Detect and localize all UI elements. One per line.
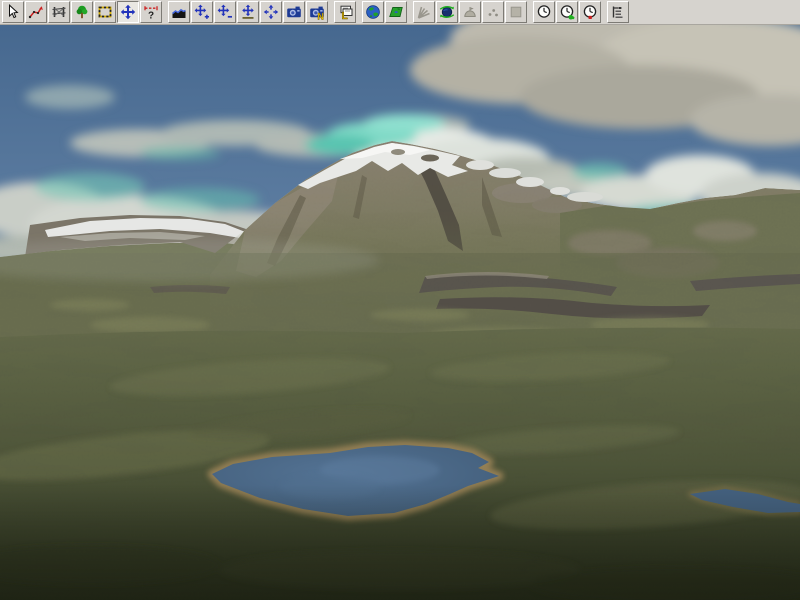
free-navigation-button[interactable] — [260, 1, 282, 23]
clock-icon — [536, 4, 552, 20]
measure-question-icon: ? — [143, 4, 159, 20]
profile-chart-icon — [171, 4, 187, 20]
globe-icon — [365, 4, 381, 20]
select-tool-button[interactable] — [2, 1, 24, 23]
toolbar-group-views — [361, 1, 407, 23]
elevation-profile-button[interactable] — [168, 1, 190, 23]
orbit-globe-icon — [439, 4, 455, 20]
svg-text:?: ? — [148, 11, 154, 21]
toolbar-group-edit-tools: ? — [1, 1, 162, 23]
svg-text:L: L — [342, 11, 348, 20]
fence-icon — [51, 4, 67, 20]
terrain-viewport[interactable] — [0, 25, 800, 600]
time-run-button[interactable] — [556, 1, 578, 23]
globe-view-button[interactable] — [362, 1, 384, 23]
dome-icon — [462, 4, 478, 20]
navigate-tool-button[interactable] — [117, 1, 139, 23]
dashed-box-icon — [97, 4, 113, 20]
time-stop-button[interactable] — [579, 1, 601, 23]
navigate-faster-button[interactable] — [191, 1, 213, 23]
dots-icon — [485, 4, 501, 20]
move-arrows-icon — [120, 4, 136, 20]
camera-n-icon: N — [309, 4, 325, 20]
plant-tree-tool-button[interactable] — [71, 1, 93, 23]
spread-arrows-icon — [263, 4, 279, 20]
toolbar-group-navigation: N — [167, 1, 328, 23]
solid-area-button — [505, 1, 527, 23]
terrain-3d-scene — [0, 25, 800, 600]
camera-icon — [286, 4, 302, 20]
navigate-slower-button[interactable] — [214, 1, 236, 23]
snapshot-button[interactable] — [283, 1, 305, 23]
move-arrows-plus-icon — [194, 4, 210, 20]
toolbar-group-time — [532, 1, 601, 23]
svg-text:N: N — [317, 11, 324, 20]
red-route-icon — [28, 4, 44, 20]
clock-play-icon — [559, 4, 575, 20]
spin-globe-button[interactable] — [436, 1, 458, 23]
move-arrows-ground-icon — [240, 4, 256, 20]
light-rays-icon — [416, 4, 432, 20]
scatter-features-button — [482, 1, 504, 23]
scene-outline-icon — [610, 4, 626, 20]
time-of-day-button[interactable] — [533, 1, 555, 23]
scene-outline-button[interactable] — [607, 1, 629, 23]
maintain-height-button[interactable] — [237, 1, 259, 23]
toolbar-group-layers: L — [333, 1, 356, 23]
bottom-shading — [0, 485, 800, 600]
move-arrows-minus-icon — [217, 4, 233, 20]
square-icon — [508, 4, 524, 20]
tree-icon — [74, 4, 90, 20]
area-select-tool-button[interactable] — [94, 1, 116, 23]
sun-lighting-button — [413, 1, 435, 23]
sky-dome-button — [459, 1, 481, 23]
route-tool-button[interactable] — [25, 1, 47, 23]
snapshot-numbered-button[interactable]: N — [306, 1, 328, 23]
toolbar: ? — [0, 0, 800, 25]
pointer-icon — [5, 4, 21, 20]
layer-info-button[interactable]: L — [334, 1, 356, 23]
terrain-app-window: ? — [0, 0, 800, 600]
toolbar-group-environment — [412, 1, 527, 23]
query-measure-tool-button[interactable]: ? — [140, 1, 162, 23]
toolbar-group-scene — [606, 1, 629, 23]
terrain-view-button[interactable] — [385, 1, 407, 23]
clock-stop-icon — [582, 4, 598, 20]
terrain-map-icon — [388, 4, 404, 20]
layers-l-icon: L — [337, 4, 353, 20]
fence-tool-button[interactable] — [48, 1, 70, 23]
